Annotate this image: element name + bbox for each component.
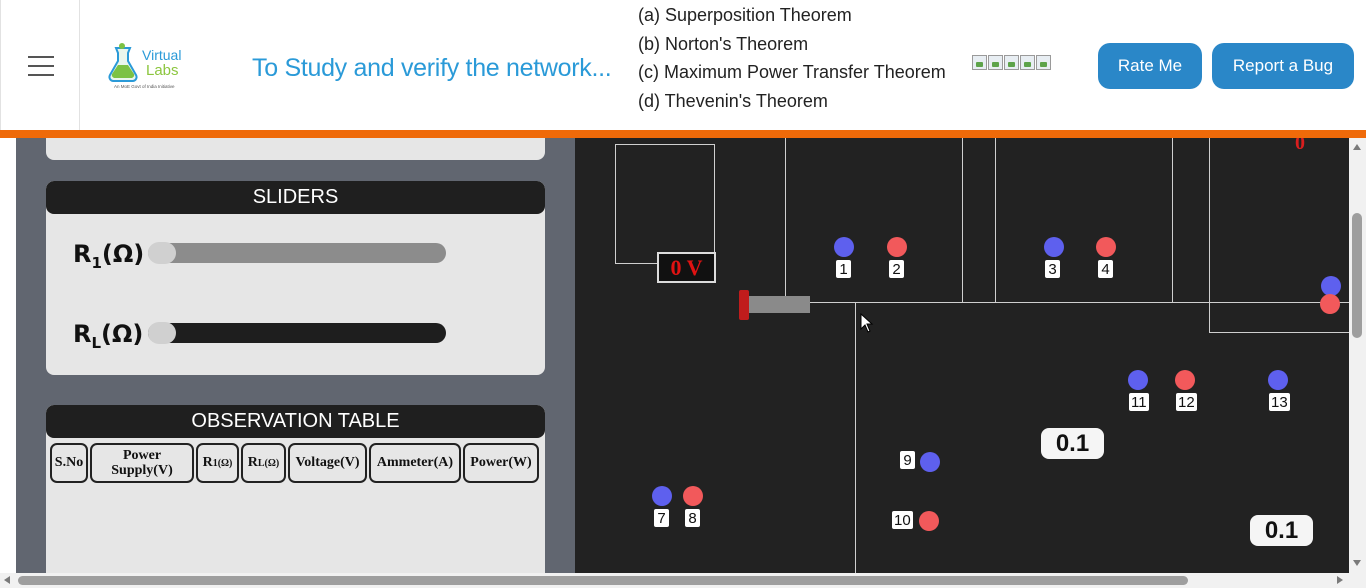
terminal-node-5[interactable] bbox=[1321, 276, 1341, 296]
col-power-supply: Power Supply(V) bbox=[90, 443, 194, 483]
component-box-r1 bbox=[785, 138, 963, 303]
app-root: Virtual Labs An MoE Govt of India Initia… bbox=[0, 0, 1366, 588]
svg-text:Labs: Labs bbox=[146, 62, 179, 79]
rl-slider[interactable] bbox=[148, 322, 446, 344]
col-rl: R L(Ω) bbox=[241, 443, 286, 483]
node-label-12: 12 bbox=[1176, 393, 1197, 411]
svg-text:An MoE Govt of India Initiativ: An MoE Govt of India Initiative bbox=[114, 84, 175, 89]
theorem-max-power-transfer[interactable]: (c) Maximum Power Transfer Theorem bbox=[638, 60, 946, 89]
col-voltage: Voltage(V) bbox=[288, 443, 367, 483]
observation-card: OBSERVATION TABLE S.No Power Supply(V) R… bbox=[46, 405, 545, 573]
horizontal-scroll-thumb[interactable] bbox=[18, 576, 1188, 585]
rating-stars[interactable] bbox=[972, 55, 1051, 70]
terminal-node-6[interactable] bbox=[1320, 294, 1340, 314]
col-power: Power(W) bbox=[463, 443, 539, 483]
sliders-card: SLIDERS R1(Ω) RL(Ω) bbox=[46, 181, 545, 375]
rl-slider-thumb[interactable] bbox=[148, 322, 176, 344]
hamburger-menu-icon[interactable] bbox=[28, 56, 54, 76]
horizontal-scrollbar[interactable] bbox=[0, 573, 1366, 588]
theorem-norton[interactable]: (b) Norton's Theorem bbox=[638, 32, 946, 61]
scroll-left-arrow-icon[interactable] bbox=[4, 576, 10, 584]
header-accent-bar bbox=[0, 130, 1366, 138]
r1-slider[interactable] bbox=[148, 242, 446, 264]
node-label-10: 10 bbox=[892, 511, 913, 529]
terminal-node-7[interactable] bbox=[652, 486, 672, 506]
menu-box bbox=[0, 0, 80, 132]
node-label-13: 13 bbox=[1269, 393, 1290, 411]
report-bug-button[interactable]: Report a Bug bbox=[1212, 43, 1354, 89]
terminal-node-12[interactable] bbox=[1175, 370, 1195, 390]
node-label-9: 9 bbox=[900, 451, 915, 469]
virtual-labs-logo[interactable]: Virtual Labs An MoE Govt of India Initia… bbox=[108, 38, 188, 94]
node-label-4: 4 bbox=[1098, 260, 1113, 278]
control-panel: SLIDERS R1(Ω) RL(Ω) OBSERVATION TABLE S.… bbox=[16, 138, 575, 573]
mouse-pointer-icon bbox=[860, 313, 874, 333]
col-r1: R 1(Ω) bbox=[196, 443, 239, 483]
node-label-8: 8 bbox=[685, 509, 700, 527]
vertical-scroll-thumb[interactable] bbox=[1352, 213, 1362, 338]
broken-image-icon[interactable] bbox=[1036, 55, 1051, 70]
r1-slider-thumb[interactable] bbox=[148, 242, 176, 264]
node-label-3: 3 bbox=[1045, 260, 1060, 278]
rl-slider-label: RL(Ω) bbox=[73, 320, 144, 352]
previous-card bbox=[46, 138, 545, 160]
top-right-reading: 0 bbox=[1295, 138, 1305, 154]
terminal-node-2[interactable] bbox=[887, 237, 907, 257]
voltmeter-display: 0 V bbox=[657, 252, 716, 283]
terminal-node-8[interactable] bbox=[683, 486, 703, 506]
scroll-right-arrow-icon[interactable] bbox=[1337, 576, 1343, 584]
scroll-down-arrow-icon[interactable] bbox=[1353, 560, 1361, 566]
page-title: To Study and verify the network... bbox=[252, 54, 612, 82]
node-label-2: 2 bbox=[889, 260, 904, 278]
vertical-scrollbar[interactable] bbox=[1349, 138, 1366, 573]
broken-image-icon[interactable] bbox=[988, 55, 1003, 70]
terminal-node-1[interactable] bbox=[834, 237, 854, 257]
node-label-11: 11 bbox=[1129, 393, 1149, 411]
svg-text:Virtual: Virtual bbox=[142, 47, 181, 63]
r1-slider-label: R1(Ω) bbox=[73, 240, 145, 272]
col-sno: S.No bbox=[50, 443, 88, 483]
broken-image-icon[interactable] bbox=[1004, 55, 1019, 70]
observation-table-header: S.No Power Supply(V) R 1(Ω) R L(Ω) Voltage… bbox=[50, 443, 539, 483]
header: Virtual Labs An MoE Govt of India Initia… bbox=[0, 0, 1366, 132]
terminal-node-11[interactable] bbox=[1128, 370, 1148, 390]
broken-image-icon[interactable] bbox=[972, 55, 987, 70]
scroll-up-arrow-icon[interactable] bbox=[1353, 144, 1361, 150]
circuit-canvas: 0 0 V 1 2 3 4 7 8 9 10 11 12 13 0.1 0.1 bbox=[575, 138, 1349, 573]
terminal-node-10[interactable] bbox=[919, 511, 939, 531]
broken-image-icon[interactable] bbox=[1020, 55, 1035, 70]
col-ammeter: Ammeter(A) bbox=[369, 443, 461, 483]
theorem-thevenin[interactable]: (d) Thevenin's Theorem bbox=[638, 89, 946, 118]
meter-readout-1: 0.1 bbox=[1041, 428, 1104, 459]
terminal-node-13[interactable] bbox=[1268, 370, 1288, 390]
theorem-superposition[interactable]: (a) Superposition Theorem bbox=[638, 3, 946, 32]
node-label-1: 1 bbox=[836, 260, 851, 278]
observation-heading: OBSERVATION TABLE bbox=[46, 405, 545, 438]
node-label-7: 7 bbox=[654, 509, 669, 527]
component-box-r2 bbox=[995, 138, 1173, 303]
switch-knob[interactable] bbox=[739, 290, 749, 320]
switch-rod[interactable] bbox=[749, 296, 810, 313]
meter-readout-2: 0.1 bbox=[1250, 515, 1313, 546]
power-supply-image bbox=[615, 144, 715, 264]
terminal-node-3[interactable] bbox=[1044, 237, 1064, 257]
rate-me-button[interactable]: Rate Me bbox=[1098, 43, 1202, 89]
terminal-node-9[interactable] bbox=[920, 452, 940, 472]
sliders-heading: SLIDERS bbox=[46, 181, 545, 214]
terminal-node-4[interactable] bbox=[1096, 237, 1116, 257]
theorem-list: (a) Superposition Theorem (b) Norton's T… bbox=[638, 3, 946, 118]
